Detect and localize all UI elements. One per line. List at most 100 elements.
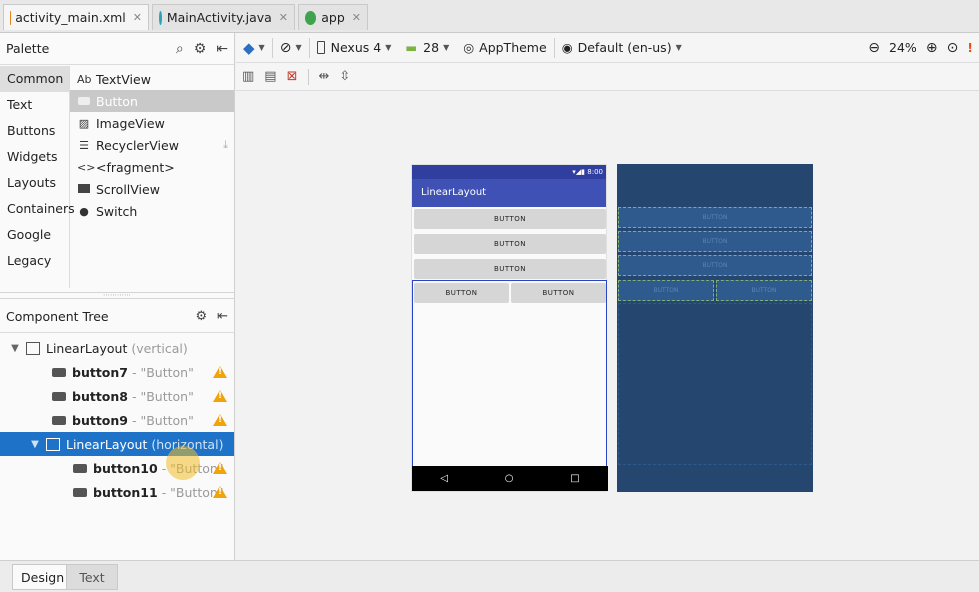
android-icon: ▬ <box>405 40 418 55</box>
panel-splitter[interactable]: ⋯⋯⋯⋯ <box>0 292 234 299</box>
blueprint-button11[interactable]: BUTTON <box>716 280 812 301</box>
list-icon: ☰ <box>79 138 89 152</box>
cursor-highlight <box>166 446 200 480</box>
theme-dropdown[interactable]: ◎ AppTheme <box>456 35 553 61</box>
orientation-dropdown[interactable]: ⊘ ▼ <box>273 35 309 61</box>
button-icon <box>52 391 66 401</box>
palette-item-fragment[interactable]: <> <fragment> <box>70 156 234 178</box>
tab-app[interactable]: app ✕ <box>298 4 368 30</box>
zoom-out-icon[interactable]: ⊖ <box>868 40 880 56</box>
category-layouts[interactable]: Layouts <box>0 170 69 196</box>
palette-item-recyclerview[interactable]: ☰ RecyclerView ⤓ <box>70 134 234 156</box>
tree-row-button8[interactable]: button8 - "Button" <box>0 384 234 408</box>
blueprint-button7[interactable]: BUTTON <box>618 207 812 228</box>
design-canvas[interactable]: ▾◢▮ 8:00 LinearLayout BUTTON BUTTON BUTT… <box>236 92 979 560</box>
tree-row-linearlayout-vertical[interactable]: ▼ LinearLayout (vertical) <box>0 336 234 360</box>
item-label: TextView <box>96 71 151 87</box>
layout-toolbar: ▥ ▤ ⊠ ⇹ ⇳ <box>236 63 979 91</box>
tab-text[interactable]: Text <box>66 564 118 590</box>
search-icon[interactable]: ⌕ <box>176 41 184 57</box>
category-google[interactable]: Google <box>0 222 69 248</box>
warning-icon[interactable] <box>213 390 227 402</box>
divider <box>307 68 309 85</box>
preview-button10[interactable]: BUTTON <box>414 283 509 303</box>
tab-design[interactable]: Design <box>12 564 74 590</box>
gear-icon[interactable]: ⚙ <box>195 309 207 324</box>
recents-icon: □ <box>570 473 580 484</box>
blueprint-view-icon[interactable]: ▤ <box>264 69 276 84</box>
category-widgets[interactable]: Widgets <box>0 144 69 170</box>
category-legacy[interactable]: Legacy <box>0 248 69 274</box>
preview-button8[interactable]: BUTTON <box>414 234 606 254</box>
theme-icon: ◎ <box>463 40 475 55</box>
locale-dropdown[interactable]: ◉ Default (en-us) ▼ <box>555 35 689 61</box>
download-icon[interactable]: ⤓ <box>223 138 228 152</box>
blueprint-button9[interactable]: BUTTON <box>618 255 812 276</box>
tree-node-name: LinearLayout <box>46 340 128 356</box>
tree-row-button9[interactable]: button9 - "Button" <box>0 408 234 432</box>
rotate-icon: ⊘ <box>279 39 292 56</box>
hide-panel-icon[interactable]: ⇤ <box>216 41 228 57</box>
tab-label: MainActivity.java <box>166 10 272 25</box>
blueprint-button10[interactable]: BUTTON <box>618 280 714 301</box>
category-buttons[interactable]: Buttons <box>0 118 69 144</box>
chevron-down-icon[interactable]: ▼ <box>28 439 42 450</box>
palette-item-button[interactable]: Button <box>70 90 234 112</box>
tree-row-linearlayout-horizontal[interactable]: ▼ LinearLayout (horizontal) <box>0 432 234 456</box>
device-icon <box>316 41 325 54</box>
close-icon[interactable]: ✕ <box>352 11 361 24</box>
blueprint-button8[interactable]: BUTTON <box>618 231 812 252</box>
clear-constraints-icon[interactable]: ⊠ <box>287 69 298 84</box>
category-containers[interactable]: Containers <box>0 196 75 222</box>
warning-icon[interactable] <box>213 414 227 426</box>
item-label: Button <box>96 93 138 109</box>
device-label: Nexus 4 <box>330 40 382 55</box>
zoom-fit-icon[interactable]: ⊙ <box>947 40 959 56</box>
gear-icon[interactable]: ⚙ <box>194 41 207 57</box>
zoom-in-icon[interactable]: ⊕ <box>926 40 938 56</box>
horizontal-layout-selection[interactable] <box>412 280 607 467</box>
design-view-icon[interactable]: ▥ <box>242 69 254 84</box>
palette-item-textview[interactable]: Ab TextView <box>70 68 234 90</box>
palette-title: Palette <box>6 41 50 56</box>
switch-icon: ● <box>79 204 89 218</box>
blueprint-horizontal-layout[interactable] <box>618 303 812 465</box>
chevron-down-icon[interactable]: ▼ <box>8 343 22 354</box>
item-label: Switch <box>96 203 138 219</box>
linearlayout-vertical-icon <box>26 341 40 355</box>
expand-horizontal-icon[interactable]: ⇹ <box>319 69 330 84</box>
tree-node-detail: - "Button" <box>131 388 194 404</box>
preview-button9[interactable]: BUTTON <box>414 259 606 279</box>
expand-vertical-icon[interactable]: ⇳ <box>339 69 350 84</box>
image-icon: ▨ <box>78 116 90 130</box>
category-common[interactable]: Common <box>0 66 69 92</box>
palette-item-scrollview[interactable]: ScrollView <box>70 178 234 200</box>
palette-item-switch[interactable]: ● Switch <box>70 200 234 222</box>
tab-mainactivity-java[interactable]: MainActivity.java ✕ <box>152 4 295 30</box>
close-icon[interactable]: ✕ <box>279 11 288 24</box>
close-icon[interactable]: ✕ <box>133 11 142 24</box>
textview-icon: Ab <box>77 72 92 86</box>
tab-activity-main-xml[interactable]: activity_main.xml ✕ <box>3 4 149 30</box>
button-icon <box>73 487 87 497</box>
home-icon: ○ <box>504 473 514 484</box>
warning-icon[interactable] <box>213 366 227 378</box>
device-dropdown[interactable]: Nexus 4 ▼ <box>310 35 399 61</box>
tree-row-button7[interactable]: button7 - "Button" <box>0 360 234 384</box>
preview-button11[interactable]: BUTTON <box>511 283 606 303</box>
category-text[interactable]: Text <box>0 92 69 118</box>
tree-row-button11[interactable]: button11 - "Button" <box>0 480 234 504</box>
button-icon <box>52 367 66 377</box>
preview-button7[interactable]: BUTTON <box>414 209 606 229</box>
warning-icon[interactable] <box>213 462 227 474</box>
palette-item-imageview[interactable]: ▨ ImageView <box>70 112 234 134</box>
api-dropdown[interactable]: ▬ 28 ▼ <box>398 35 456 61</box>
layers-dropdown[interactable]: ◆ ▼ <box>236 35 272 61</box>
warning-toolbar-icon[interactable]: ! <box>967 40 973 55</box>
left-panel: Palette ⌕ ⚙ ⇤ Common Text Buttons Widget… <box>0 33 235 560</box>
android-module-icon <box>305 10 317 25</box>
editor-tab-bar: activity_main.xml ✕ MainActivity.java ✕ … <box>0 0 979 33</box>
hide-panel-icon[interactable]: ⇤ <box>217 309 228 324</box>
component-tree: ▼ LinearLayout (vertical) button7 - "But… <box>0 336 234 504</box>
warning-icon[interactable] <box>213 486 227 498</box>
